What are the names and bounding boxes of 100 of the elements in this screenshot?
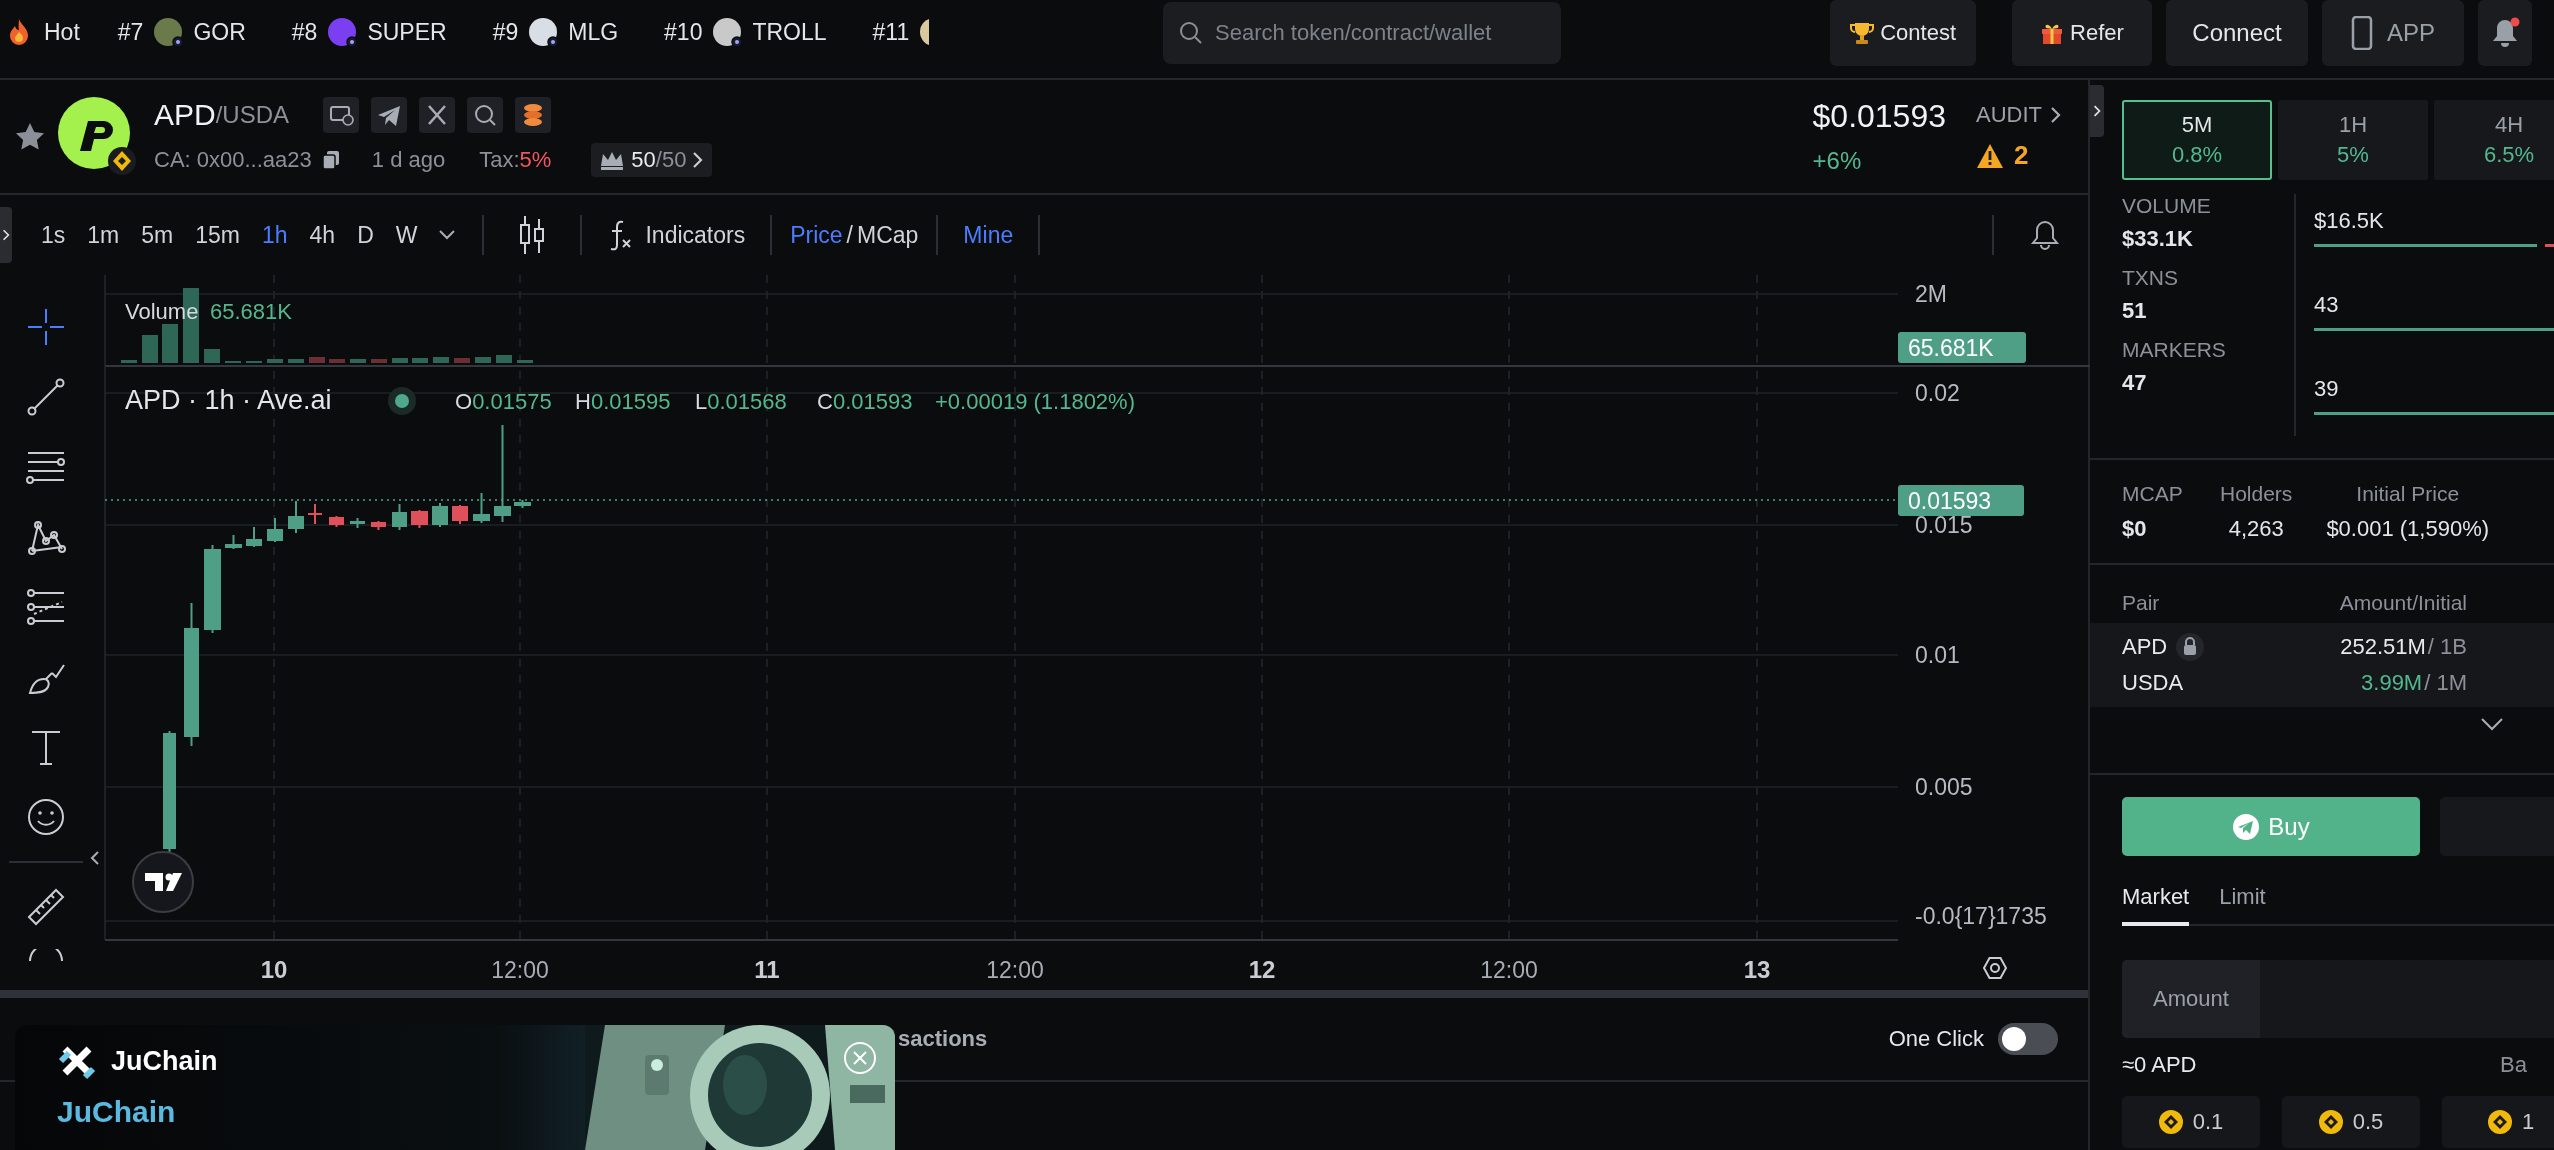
mine-toggle[interactable]: Mine	[952, 217, 1025, 253]
search-field[interactable]: Search token/contract/wallet	[1163, 2, 1561, 64]
column-header: Pair	[2122, 591, 2160, 615]
smiley-icon[interactable]	[26, 797, 66, 837]
volume-bar	[267, 359, 283, 363]
ad-headline: JuChain	[57, 1095, 177, 1129]
warning-icon	[1976, 142, 2004, 169]
amount-field[interactable]: Amount	[2122, 960, 2554, 1038]
chevron-down-icon[interactable]	[2480, 717, 2504, 731]
interval-tab[interactable]: 1h	[250, 217, 299, 253]
top-holders-button[interactable]: 50/50	[591, 142, 713, 177]
interval-tab[interactable]: 5m	[130, 217, 185, 253]
token-symbol: APD	[154, 97, 216, 132]
order-type-tab[interactable]: Limit	[2219, 876, 2266, 926]
axis-label: 12	[1248, 956, 1276, 983]
token-age: 1 d ago	[371, 146, 446, 173]
notifications-button[interactable]	[2478, 0, 2532, 66]
stat-label: VOLUME	[2122, 194, 2212, 218]
candle	[392, 503, 407, 531]
indicators-button[interactable]: Indicators	[596, 215, 757, 255]
alert-bell-icon[interactable]	[2030, 219, 2060, 251]
ruler-icon[interactable]	[26, 887, 66, 927]
price-change: +0.00019 (1.1802%)	[935, 389, 1135, 414]
trending-token-link[interactable]: #9 MLG	[492, 17, 619, 47]
quick-amount-button[interactable]: 1	[2442, 1096, 2554, 1148]
chevron-right-icon	[2093, 103, 2101, 119]
candle	[246, 526, 262, 548]
contract-address: CA: 0x00...aa23	[154, 146, 312, 173]
tax-label: Tax:	[479, 146, 520, 173]
coins-icon[interactable]	[515, 96, 552, 133]
app-button[interactable]: APP	[2322, 0, 2464, 66]
interval-tab[interactable]: W	[384, 217, 429, 253]
axis-label: -0.0{17}1735	[1915, 903, 2047, 929]
volume-bar	[475, 357, 491, 363]
quick-amount-button[interactable]: 0.1	[2122, 1096, 2260, 1148]
expand-button[interactable]	[0, 207, 12, 263]
axis-label: 0.01	[1915, 642, 1960, 668]
search-icon[interactable]	[467, 96, 504, 133]
chart-logo-icon[interactable]	[132, 851, 194, 913]
period-tab[interactable]: 5M 0.8%	[2122, 100, 2272, 180]
tool-icon[interactable]	[26, 949, 66, 961]
quote-symbol: /USDA	[215, 100, 290, 129]
chevron-right-icon	[692, 150, 705, 169]
period-tab[interactable]: 4H 6.5%	[2434, 100, 2554, 180]
order-type-tab[interactable]: Market	[2122, 876, 2190, 926]
bell-icon	[2490, 17, 2520, 49]
one-click-label: One Click	[1888, 1026, 1984, 1052]
monitor-icon[interactable]	[323, 96, 360, 133]
volume-bar	[454, 358, 470, 363]
stat-value: 51	[2122, 298, 2148, 324]
display-mode-tab[interactable]: MCap	[853, 217, 923, 253]
volume-bar	[371, 359, 387, 363]
coin-icon	[2487, 1110, 2512, 1134]
tab[interactable]: sactions	[898, 1026, 988, 1052]
contest-button[interactable]: Contest	[1830, 0, 1976, 66]
connect-button[interactable]: Connect	[2166, 0, 2308, 66]
collapse-button[interactable]	[2090, 85, 2104, 137]
one-click-toggle[interactable]	[1998, 1023, 2058, 1055]
interval-tab[interactable]: D	[346, 217, 385, 253]
volume-label: Volume	[125, 299, 199, 324]
audit-link[interactable]: AUDIT	[1976, 102, 2062, 128]
caret-down-icon[interactable]	[438, 229, 457, 241]
settings-icon[interactable]	[1982, 957, 2008, 979]
display-mode-tab[interactable]: Price	[786, 217, 847, 253]
amount-value: 252.51M	[2340, 634, 2426, 660]
copy-icon[interactable]	[321, 149, 340, 170]
volume-bar	[392, 358, 408, 363]
chevron-left-icon[interactable]	[90, 850, 100, 866]
phone-icon	[2351, 16, 2373, 50]
trending-token-link[interactable]: #10 TROLL	[664, 17, 827, 47]
x-logo-icon[interactable]	[419, 96, 456, 133]
interval-tab[interactable]: 4h	[298, 217, 347, 253]
quick-amount-button[interactable]: 0.5	[2282, 1096, 2420, 1148]
estimate-text: ≈0 APD	[2122, 1052, 2197, 1078]
period-tab[interactable]: 1H 5%	[2278, 100, 2428, 180]
volume-bar	[350, 359, 366, 363]
trending-token-link[interactable]: #11	[872, 17, 930, 47]
paper-plane-icon[interactable]	[371, 96, 408, 133]
trending-token-link[interactable]: #7 GOR	[117, 17, 246, 47]
chart-title: APD · 1h · Ave.ai	[125, 385, 332, 415]
refer-button[interactable]: Refer	[2012, 0, 2152, 66]
summary-value: $0	[2122, 515, 2147, 542]
amount-value: 3.99M	[2361, 670, 2423, 696]
trending-token-link[interactable]: #8 SUPER	[291, 17, 447, 47]
volume-bar	[329, 359, 345, 363]
interval-tab[interactable]: 15m	[184, 217, 251, 253]
crosshair-icon[interactable]	[26, 307, 66, 347]
hot-link[interactable]: Hot	[8, 18, 80, 46]
interval-tab[interactable]: 1m	[76, 217, 131, 253]
price-change: +6%	[1812, 147, 1863, 175]
interval-tab[interactable]: 1s	[30, 217, 77, 253]
trend-line-icon[interactable]	[26, 377, 66, 417]
fibonacci-icon[interactable]	[26, 587, 66, 627]
candlestick-icon[interactable]	[518, 215, 547, 255]
volume-bar	[496, 355, 512, 363]
chevron-right-icon	[2050, 106, 2062, 124]
chevron-right-icon	[2, 227, 10, 243]
stat-label: MARKERS	[2122, 338, 2227, 362]
ad-banner[interactable]: JuChain JuChain	[15, 1025, 895, 1150]
stat-value: 39	[2314, 376, 2340, 402]
